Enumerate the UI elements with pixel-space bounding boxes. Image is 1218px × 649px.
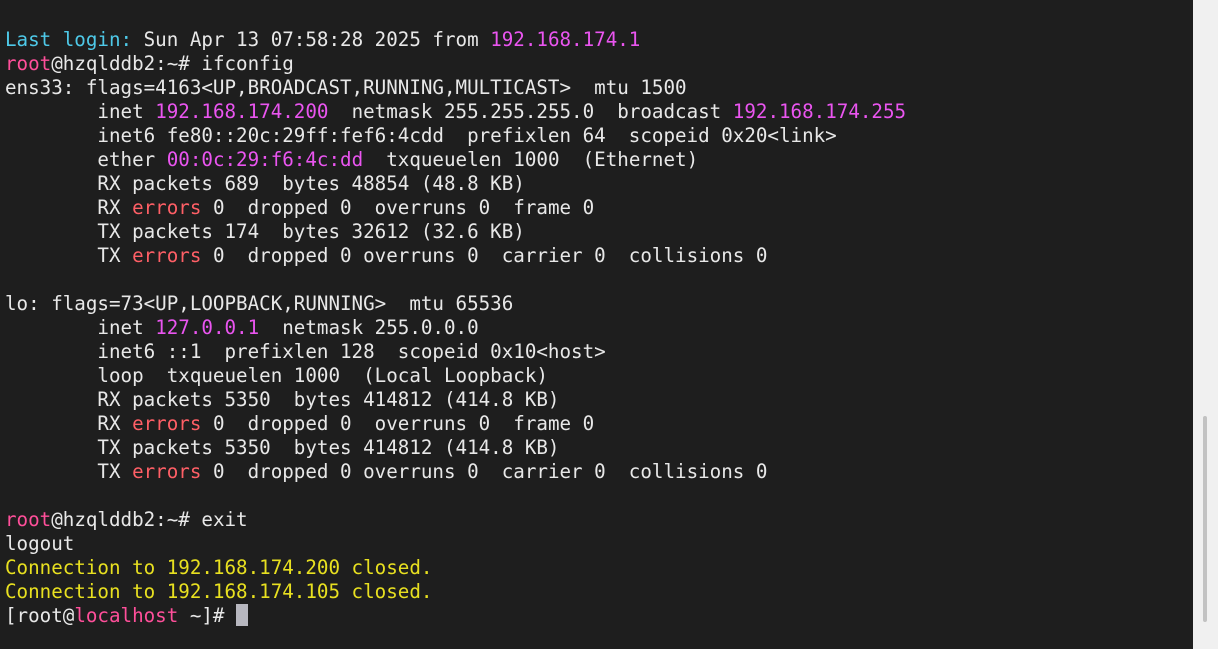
terminal-text-segment: 127.0.0.1 xyxy=(155,316,260,339)
terminal-text-segment: TX packets 5350 bytes 414812 (414.8 KB) xyxy=(5,436,560,459)
terminal-line: TX packets 174 bytes 32612 (32.6 KB) xyxy=(5,220,906,244)
terminal-line: root@hzqlddb2:~# exit xyxy=(5,508,906,532)
terminal-line: RX errors 0 dropped 0 overruns 0 frame 0 xyxy=(5,412,906,436)
terminal-text-segment: 192.168.174.200 xyxy=(155,100,329,123)
terminal-text-segment: TX xyxy=(5,244,133,267)
terminal-text-segment: inet6 ::1 prefixlen 128 scopeid 0x10<hos… xyxy=(5,340,606,363)
terminal-text-segment: errors xyxy=(132,460,202,483)
terminal-text-segment: RX xyxy=(5,196,133,219)
terminal-text-segment: 0 dropped 0 overruns 0 carrier 0 collisi… xyxy=(201,460,768,483)
terminal-line: inet 127.0.0.1 netmask 255.0.0.0 xyxy=(5,316,906,340)
terminal-text-segment: RX packets 5350 bytes 414812 (414.8 KB) xyxy=(5,388,560,411)
terminal-line: logout xyxy=(5,532,906,556)
terminal-text-segment: @hzqlddb2:~# exit xyxy=(51,508,248,531)
terminal-line: loop txqueuelen 1000 (Local Loopback) xyxy=(5,364,906,388)
terminal-text-segment: Connection to 192.168.174.105 closed. xyxy=(5,580,433,603)
terminal-line: Connection to 192.168.174.200 closed. xyxy=(5,556,906,580)
terminal-text-segment: lo: flags=73<UP,LOOPBACK,RUNNING> mtu 65… xyxy=(5,292,514,315)
terminal-line: RX packets 5350 bytes 414812 (414.8 KB) xyxy=(5,388,906,412)
terminal-line: ether 00:0c:29:f6:4c:dd txqueuelen 1000 … xyxy=(5,148,906,172)
terminal-text-segment: localhost xyxy=(74,604,179,627)
terminal-line: lo: flags=73<UP,LOOPBACK,RUNNING> mtu 65… xyxy=(5,292,906,316)
terminal-text-segment: ether xyxy=(5,148,167,171)
terminal-cursor xyxy=(236,604,249,626)
terminal-text-segment: Sun Apr 13 07:58:28 2025 from xyxy=(132,28,491,51)
vertical-scrollbar[interactable] xyxy=(1193,0,1218,649)
terminal-text-segment: RX xyxy=(5,412,133,435)
terminal-line: Last login: Sun Apr 13 07:58:28 2025 fro… xyxy=(5,28,906,52)
terminal-text-segment: netmask 255.255.255.0 broadcast xyxy=(328,100,733,123)
terminal-line: TX errors 0 dropped 0 overruns 0 carrier… xyxy=(5,460,906,484)
terminal-text-segment: loop txqueuelen 1000 (Local Loopback) xyxy=(5,364,548,387)
terminal-line: [root@localhost ~]# xyxy=(5,604,906,628)
terminal-line: Connection to 192.168.174.105 closed. xyxy=(5,580,906,604)
terminal-text-segment: 0 dropped 0 overruns 0 frame 0 xyxy=(201,412,595,435)
terminal-text-segment: root xyxy=(5,52,52,75)
terminal-text-segment: 0 dropped 0 overruns 0 frame 0 xyxy=(201,196,595,219)
terminal-text-segment: txqueuelen 1000 (Ethernet) xyxy=(363,148,699,171)
terminal-text-segment: 0 dropped 0 overruns 0 carrier 0 collisi… xyxy=(201,244,768,267)
terminal-text-segment: 192.168.174.255 xyxy=(732,100,907,123)
terminal-text-segment: errors xyxy=(132,196,202,219)
terminal-text-segment: @hzqlddb2:~# ifconfig xyxy=(51,52,294,75)
terminal-text-segment: logout xyxy=(5,532,75,555)
terminal-line: inet6 fe80::20c:29ff:fef6:4cdd prefixlen… xyxy=(5,124,906,148)
terminal-output: Last login: Sun Apr 13 07:58:28 2025 fro… xyxy=(5,28,906,628)
terminal-text-segment: inet xyxy=(5,316,156,339)
terminal-text-segment: Last login: xyxy=(5,28,133,51)
terminal-text-segment: ~]# xyxy=(178,604,237,627)
terminal-text-segment: [root@ xyxy=(5,604,75,627)
terminal-text-segment: Connection to 192.168.174.200 closed. xyxy=(5,556,433,579)
terminal-text-segment: errors xyxy=(132,412,202,435)
terminal-text-segment: errors xyxy=(132,244,202,267)
terminal-line: TX errors 0 dropped 0 overruns 0 carrier… xyxy=(5,244,906,268)
terminal-line: ens33: flags=4163<UP,BROADCAST,RUNNING,M… xyxy=(5,76,906,100)
terminal-text-segment: ens33: flags=4163<UP,BROADCAST,RUNNING,M… xyxy=(5,76,687,99)
terminal-text-segment: RX packets 689 bytes 48854 (48.8 KB) xyxy=(5,172,525,195)
terminal-line: RX errors 0 dropped 0 overruns 0 frame 0 xyxy=(5,196,906,220)
terminal-text-segment: inet6 fe80::20c:29ff:fef6:4cdd prefixlen… xyxy=(5,124,837,147)
terminal-text-segment: TX packets 174 bytes 32612 (32.6 KB) xyxy=(5,220,525,243)
terminal-line: RX packets 689 bytes 48854 (48.8 KB) xyxy=(5,172,906,196)
terminal-text-segment: inet xyxy=(5,100,156,123)
terminal-text-segment: TX xyxy=(5,460,133,483)
terminal-text-segment: 00:0c:29:f6:4c:dd xyxy=(166,148,364,171)
terminal-line: inet 192.168.174.200 netmask 255.255.255… xyxy=(5,100,906,124)
scrollbar-thumb[interactable] xyxy=(1203,416,1207,622)
terminal-text-segment: 192.168.174.1 xyxy=(490,28,641,51)
terminal-text-segment: root xyxy=(5,508,52,531)
terminal-line: inet6 ::1 prefixlen 128 scopeid 0x10<hos… xyxy=(5,340,906,364)
terminal-line: TX packets 5350 bytes 414812 (414.8 KB) xyxy=(5,436,906,460)
terminal-window[interactable]: Last login: Sun Apr 13 07:58:28 2025 fro… xyxy=(0,0,1193,649)
terminal-text-segment: netmask 255.0.0.0 xyxy=(259,316,479,339)
terminal-line: root@hzqlddb2:~# ifconfig xyxy=(5,52,906,76)
